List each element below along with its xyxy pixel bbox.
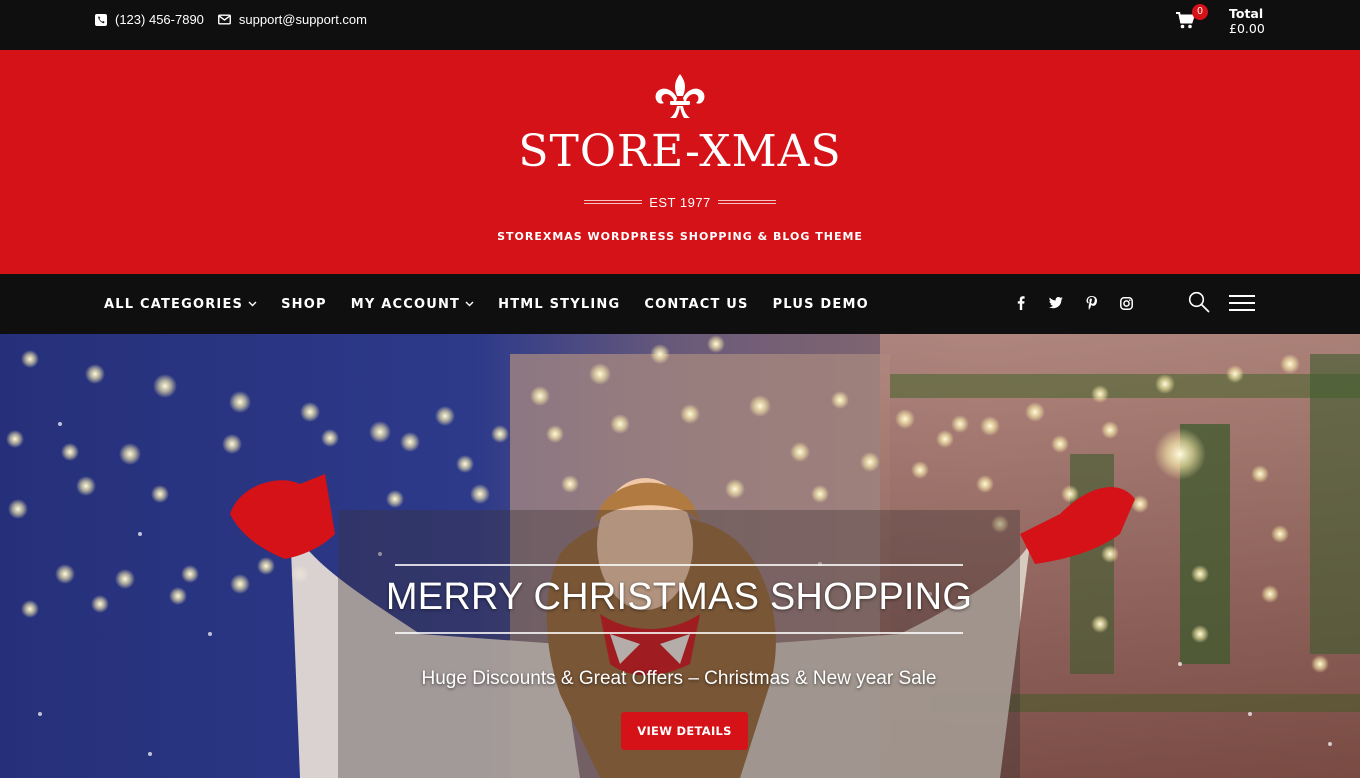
hero-caption: MERRY CHRISTMAS SHOPPING Huge Discounts … <box>338 510 1020 778</box>
nav-item-all-categories[interactable]: ALL CATEGORIES <box>104 297 257 312</box>
hero-slider: MERRY CHRISTMAS SHOPPING Huge Discounts … <box>0 334 1360 778</box>
nav-item-label: HTML STYLING <box>498 296 621 312</box>
phone-contact[interactable]: (123) 456-7890 <box>94 12 204 27</box>
nav-menu: ALL CATEGORIES SHOP MY ACCOUNT HTML STYL… <box>104 274 893 334</box>
search-icon[interactable] <box>1188 291 1210 313</box>
social-links <box>1010 294 1150 312</box>
facebook-icon[interactable] <box>1010 294 1032 312</box>
cart-count-badge: 0 <box>1192 4 1208 20</box>
established-line: EST 1977 <box>584 192 776 212</box>
main-navigation: ALL CATEGORIES SHOP MY ACCOUNT HTML STYL… <box>0 274 1360 334</box>
contact-info: (123) 456-7890 support@support.com <box>94 12 381 27</box>
email-address: support@support.com <box>238 12 367 27</box>
nav-item-label: ALL CATEGORIES <box>104 296 244 312</box>
divider <box>718 200 776 204</box>
chevron-down-icon <box>248 301 257 307</box>
nav-item-shop[interactable]: SHOP <box>281 297 327 312</box>
view-details-button[interactable]: VIEW DETAILS <box>621 712 748 750</box>
nav-item-html-styling[interactable]: HTML STYLING <box>498 297 620 312</box>
phone-icon <box>94 13 107 26</box>
nav-item-contact-us[interactable]: CONTACT US <box>644 297 748 312</box>
chevron-down-icon <box>465 301 474 307</box>
top-bar: (123) 456-7890 support@support.com 0 Tot… <box>0 0 1360 50</box>
nav-item-label: PLUS DEMO <box>772 296 869 312</box>
nav-item-label: MY ACCOUNT <box>350 296 461 312</box>
established-text: EST 1977 <box>649 194 711 210</box>
cart-total-label: Total <box>1229 6 1264 21</box>
email-contact[interactable]: support@support.com <box>217 12 367 27</box>
site-title[interactable]: STORE-XMAS <box>0 126 1360 177</box>
divider <box>395 564 963 566</box>
cart-button[interactable]: 0 <box>1176 4 1216 38</box>
phone-number: (123) 456-7890 <box>115 12 204 27</box>
divider <box>584 200 642 204</box>
nav-item-my-account[interactable]: MY ACCOUNT <box>351 297 474 312</box>
hero-title: MERRY CHRISTMAS SHOPPING <box>385 576 973 618</box>
nav-item-plus-demo[interactable]: PLUS DEMO <box>773 297 869 312</box>
nav-item-label: CONTACT US <box>644 296 749 312</box>
hamburger-menu-icon[interactable] <box>1229 294 1256 314</box>
site-tagline: STOREXMAS WORDPRESS SHOPPING & BLOG THEM… <box>497 230 863 243</box>
pinterest-icon[interactable] <box>1080 294 1102 312</box>
twitter-icon[interactable] <box>1045 294 1067 312</box>
hero-subtitle: Huge Discounts & Great Offers – Christma… <box>421 668 937 689</box>
instagram-icon[interactable] <box>1115 294 1137 312</box>
cart-total[interactable]: Total £0.00 <box>1229 6 1265 36</box>
cart-total-amount: £0.00 <box>1229 21 1265 36</box>
envelope-icon <box>217 13 231 26</box>
fleur-de-lis-icon[interactable] <box>652 72 708 122</box>
nav-item-label: SHOP <box>281 296 327 312</box>
site-header: STORE-XMAS EST 1977 STOREXMAS WORDPRESS … <box>0 50 1360 274</box>
divider <box>395 632 963 634</box>
